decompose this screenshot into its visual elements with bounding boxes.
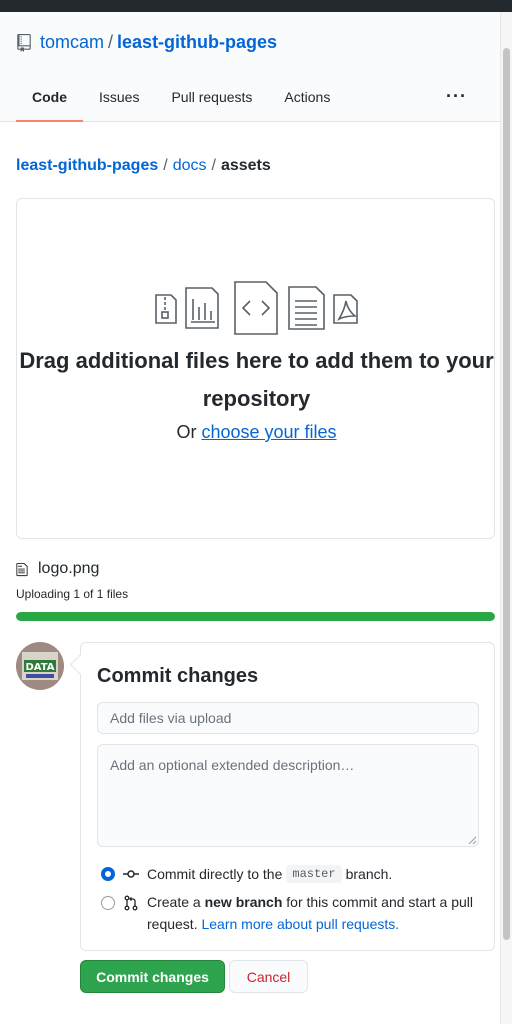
breadcrumb: least-github-pages / docs / assets: [16, 157, 271, 175]
upload-progress-fill: [16, 612, 495, 621]
git-pull-request-icon: [124, 895, 138, 911]
new-branch-label: Create a new branch for this commit and …: [147, 891, 492, 935]
scrollbar-thumb[interactable]: [503, 48, 510, 940]
upload-status: Uploading 1 of 1 files: [16, 587, 129, 601]
commit-form: Commit changes Commit directly to the ma…: [80, 642, 495, 951]
zip-file-icon: [155, 294, 177, 324]
commit-direct-suffix: branch.: [345, 866, 393, 882]
upload-progress-bar: [16, 612, 495, 621]
git-commit-icon: [123, 870, 139, 878]
chart-file-icon: [185, 287, 219, 329]
code-file-icon: [234, 281, 278, 335]
dropzone-title: Drag additional files here to add them t…: [19, 348, 494, 411]
avatar[interactable]: DATA: [16, 642, 64, 690]
tab-actions[interactable]: Actions: [268, 76, 346, 122]
breadcrumb-separator: /: [211, 157, 216, 174]
tab-code[interactable]: Code: [16, 76, 83, 122]
resize-grip-icon[interactable]: [468, 836, 477, 845]
text-file-icon: [288, 286, 325, 330]
learn-more-pull-requests-link[interactable]: Learn more about pull requests.: [201, 916, 399, 932]
repo-icon: [17, 33, 31, 52]
breadcrumb-separator: /: [163, 157, 168, 174]
choose-files-link[interactable]: choose your files: [201, 422, 336, 442]
repo-owner-link[interactable]: tomcam: [40, 32, 104, 53]
new-branch-prefix: Create a: [147, 894, 201, 910]
file-types-illustration: [155, 281, 358, 335]
breadcrumb-repo-link[interactable]: least-github-pages: [16, 157, 158, 175]
repo-separator: /: [108, 32, 114, 52]
top-bar: [0, 0, 512, 12]
more-tabs-button[interactable]: ···: [446, 86, 467, 107]
repo-header: tomcam / least-github-pages Code Issues …: [0, 12, 500, 122]
tab-issues[interactable]: Issues: [83, 76, 155, 122]
commit-summary-input[interactable]: [97, 702, 479, 734]
avatar-image: DATA: [16, 642, 64, 690]
commit-changes-button[interactable]: Commit changes: [80, 960, 225, 993]
new-branch-option[interactable]: Create a new branch for this commit and …: [101, 894, 492, 935]
repo-title: tomcam / least-github-pages: [16, 32, 277, 53]
commit-form-title: Commit changes: [97, 665, 259, 687]
svg-text:DATA: DATA: [25, 662, 54, 673]
commit-direct-label: Commit directly to the: [147, 866, 283, 882]
commit-description-input[interactable]: [97, 744, 479, 847]
breadcrumb-current: assets: [220, 157, 271, 174]
repo-name-link[interactable]: least-github-pages: [117, 32, 277, 53]
cancel-button[interactable]: Cancel: [229, 960, 308, 993]
breadcrumb-docs-link[interactable]: docs: [173, 157, 207, 175]
commit-direct-radio[interactable]: [101, 867, 115, 881]
dropzone-subtitle: Or choose your files: [17, 422, 496, 443]
repo-tabs: Code Issues Pull requests Actions: [16, 76, 346, 122]
tab-pull-requests[interactable]: Pull requests: [155, 76, 268, 122]
dropzone-or-text: Or: [176, 422, 197, 442]
file-icon: [16, 562, 28, 576]
file-dropzone[interactable]: Drag additional files here to add them t…: [16, 198, 495, 539]
commit-direct-option[interactable]: Commit directly to the master branch.: [101, 865, 392, 883]
new-branch-bold: new branch: [204, 894, 283, 910]
uploaded-file-item: logo.png: [16, 560, 99, 578]
new-branch-radio[interactable]: [101, 896, 115, 910]
uploaded-file-name: logo.png: [38, 560, 100, 577]
branch-name: master: [286, 865, 342, 883]
pdf-file-icon: [333, 294, 358, 324]
